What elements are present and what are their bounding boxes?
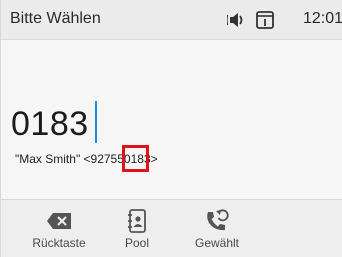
pool-label: Pool [124, 236, 150, 250]
dialed-number[interactable]: 0183 [11, 104, 89, 144]
suggestion-prefix: "Max Smith" <92755 [15, 152, 124, 166]
status-bar: Bitte Wählen 12:01 [1, 0, 342, 40]
status-icons [227, 8, 275, 32]
match-highlight-box [122, 145, 149, 172]
backspace-label: Rücktaste [32, 236, 86, 250]
directory-icon [127, 209, 147, 233]
redial-button[interactable]: Gewählt [177, 200, 257, 257]
screen-title: Bitte Wählen [10, 10, 101, 27]
pool-button[interactable]: Pool [97, 200, 177, 257]
backspace-button[interactable]: Rücktaste [19, 200, 99, 257]
text-cursor [95, 101, 97, 143]
tablet-icon [255, 10, 275, 30]
redial-label: Gewählt [194, 236, 240, 250]
clock: 12:01 [303, 10, 342, 27]
phone-screen: Bitte Wählen 12:01 0183 "Max Smith" <927… [0, 0, 342, 257]
suggestion-suffix: > [150, 152, 158, 166]
speaker-icon [227, 11, 249, 29]
softkey-bar: Rücktaste Pool Gewählt [1, 199, 342, 257]
redial-icon [204, 209, 230, 232]
backspace-icon [47, 210, 71, 232]
